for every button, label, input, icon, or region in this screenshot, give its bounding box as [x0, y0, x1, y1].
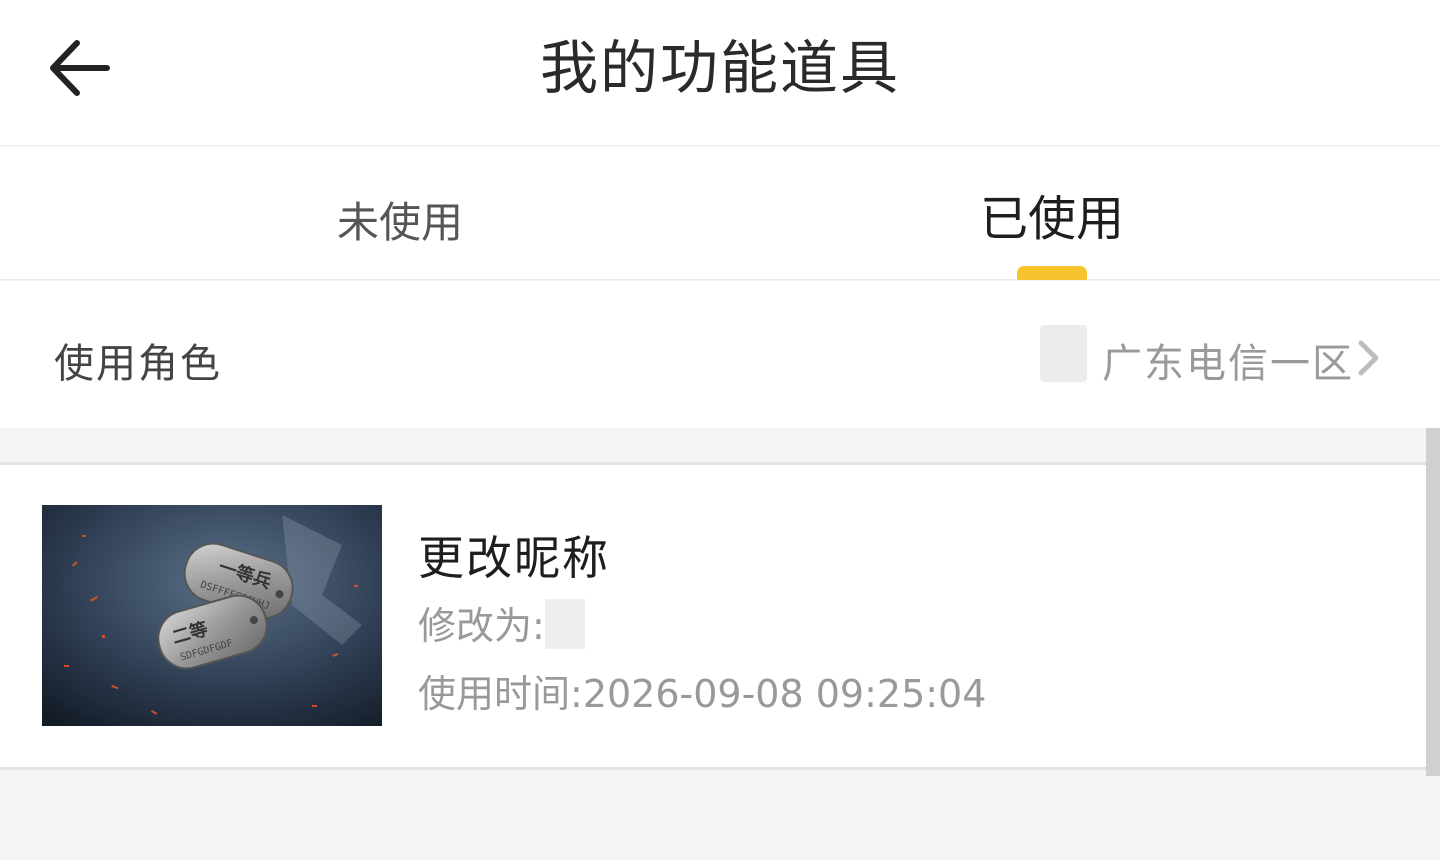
tab-used-label: 已使用: [979, 191, 1124, 247]
role-server: 广东电信一区: [1102, 341, 1354, 387]
item-changed-to: 修改为:: [418, 595, 585, 650]
changed-to-value: [544, 599, 585, 649]
app-header: 我的功能道具: [0, 0, 1440, 146]
used-time-label: 使用时间:: [418, 672, 583, 716]
used-time-value: 2026-09-08 09:25:04: [582, 672, 987, 716]
item-used-time: 使用时间:2026-09-08 09:25:04: [418, 663, 986, 718]
role-label: 使用角色: [54, 341, 222, 387]
tab-unused-label: 未使用: [336, 198, 463, 247]
card-divider: [0, 767, 1440, 770]
item-thumbnail: 一等兵 DSFFFFGGGHHJ 二等 SDFGDFGDF: [42, 505, 382, 726]
role-avatar: [1040, 325, 1087, 382]
active-tab-indicator: [1017, 266, 1087, 280]
item-name: 更改昵称: [418, 531, 610, 585]
tab-used[interactable]: 已使用: [692, 147, 1412, 280]
tab-unused[interactable]: 未使用: [40, 147, 760, 280]
scrollbar[interactable]: [1426, 428, 1440, 776]
list-item: 一等兵 DSFFFFGGGHHJ 二等 SDFGDFGDF 更改昵称 修改为: …: [0, 465, 1440, 767]
role-selector[interactable]: 使用角色 广东电信一区: [0, 281, 1440, 428]
page-title: 我的功能道具: [539, 34, 900, 102]
chevron-right-icon: [1358, 340, 1379, 376]
tab-bar: 未使用 已使用: [0, 147, 1440, 280]
changed-to-label: 修改为:: [418, 604, 545, 648]
